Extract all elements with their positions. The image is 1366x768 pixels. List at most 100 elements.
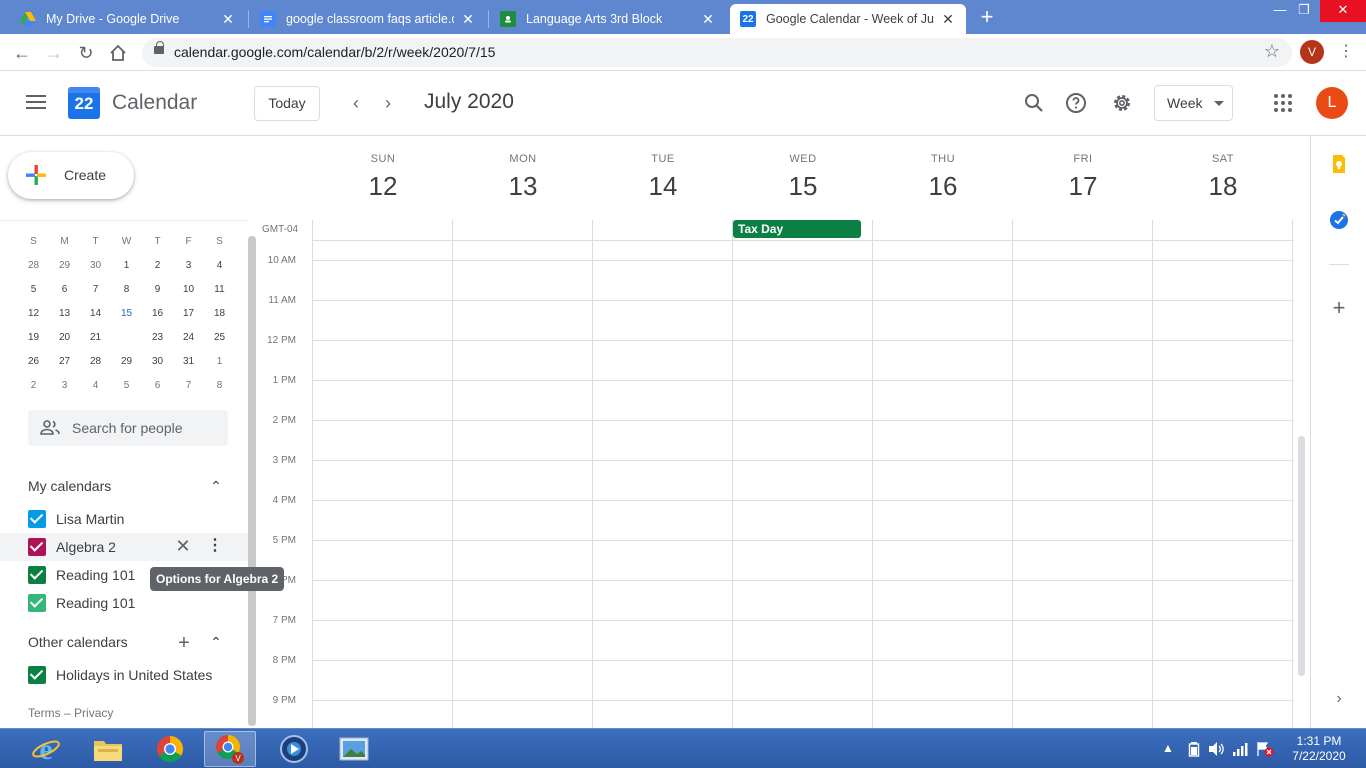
tab-google-classroom[interactable]: Language Arts 3rd Block ✕ [490,4,726,34]
volume-icon[interactable] [1208,741,1226,757]
settings-gear-icon[interactable] [1110,91,1134,115]
tab-google-drive[interactable]: My Drive - Google Drive ✕ [10,4,246,34]
day-number[interactable]: 17 [1013,171,1153,202]
today-button[interactable]: Today [254,86,320,121]
privacy-link[interactable]: Privacy [74,706,113,720]
app-name[interactable]: Calendar [112,91,197,115]
day-number[interactable]: 18 [1153,171,1293,202]
day-header[interactable]: SUN 12 [313,136,453,220]
battery-icon[interactable] [1188,741,1200,757]
mini-calendar-day[interactable]: 12 [18,302,49,326]
mini-calendar-day[interactable]: 11 [204,278,235,302]
show-hidden-icons-icon[interactable]: ▲ [1162,741,1174,757]
tab-close-icon[interactable]: ✕ [220,11,236,28]
day-header[interactable]: FRI 17 [1013,136,1153,220]
new-tab-icon[interactable]: + [976,6,998,28]
system-clock[interactable]: 1:31 PM 7/22/2020 [1284,734,1354,764]
mini-calendar-day[interactable]: 26 [18,350,49,374]
google-keep-icon[interactable] [1329,154,1349,174]
mini-calendar-day[interactable]: 8 [111,278,142,302]
mini-calendar-day[interactable]: 28 [18,254,49,278]
calendar-item-algebra-2[interactable]: Algebra 2 ✕ ⋮ [0,533,248,561]
mini-calendar-day[interactable]: 7 [173,374,204,398]
calendar-checkbox[interactable] [28,510,46,528]
tab-close-icon[interactable]: ✕ [460,11,476,28]
mini-calendar-day[interactable]: 19 [18,326,49,350]
mini-calendar-day[interactable]: 8 [204,374,235,398]
view-switcher-button[interactable]: Week [1154,85,1233,121]
google-apps-icon[interactable] [1274,94,1292,112]
calendar-item-lisa-martin[interactable]: Lisa Martin [0,505,248,533]
mini-calendar-day[interactable]: 7 [80,278,111,302]
mini-calendar-day[interactable]: 22 [111,326,142,350]
mini-calendar-day[interactable]: 28 [80,350,111,374]
main-menu-icon[interactable] [26,95,46,109]
calendar-checkbox[interactable] [28,538,46,556]
collapse-chevron-up-icon[interactable]: ⌃ [208,478,224,494]
collapse-chevron-up-icon[interactable]: ⌃ [208,634,224,650]
add-calendar-plus-icon[interactable]: + [176,632,192,654]
mini-calendar-day[interactable]: 17 [173,302,204,326]
calendar-checkbox[interactable] [28,566,46,584]
mini-calendar-day[interactable]: 25 [204,326,235,350]
mini-calendar-day[interactable]: 13 [49,302,80,326]
network-signal-icon[interactable] [1232,741,1250,757]
tab-google-calendar[interactable]: 22 Google Calendar - Week of July 12 ✕ [730,4,966,34]
file-explorer-icon[interactable] [82,731,134,767]
calendar-options-icon[interactable]: ⋮ [206,537,224,555]
expand-chevron-right-icon[interactable]: › [1329,690,1349,710]
browser-menu-icon[interactable]: ⋮ [1338,42,1354,62]
next-week-icon[interactable]: › [376,91,400,115]
previous-week-icon[interactable]: ‹ [344,91,368,115]
tab-close-icon[interactable]: ✕ [940,11,956,28]
tab-close-icon[interactable]: ✕ [700,11,716,28]
reload-icon[interactable]: ↻ [74,41,98,65]
mini-calendar-day[interactable]: 6 [49,278,80,302]
mini-calendar-day[interactable]: 27 [49,350,80,374]
mini-calendar-day[interactable]: 4 [204,254,235,278]
tab-google-docs[interactable]: google classroom faqs article.docx ✕ [250,4,486,34]
day-number[interactable]: 13 [453,171,593,202]
terms-link[interactable]: Terms [28,706,61,720]
mini-calendar-day[interactable]: 5 [111,374,142,398]
day-number[interactable]: 15 [733,171,873,202]
mini-calendar-day[interactable]: 30 [80,254,111,278]
search-people-input[interactable]: Search for people [28,410,228,446]
remove-calendar-close-icon[interactable]: ✕ [174,537,192,555]
day-number[interactable]: 12 [313,171,453,202]
media-player-icon[interactable] [268,731,320,767]
forward-arrow-icon[interactable]: → [42,41,66,65]
mini-calendar-day[interactable]: 2 [142,254,173,278]
mini-calendar-day[interactable]: 31 [173,350,204,374]
account-avatar[interactable]: L [1316,87,1348,119]
search-icon[interactable] [1022,91,1046,115]
home-icon[interactable] [106,41,130,65]
calendar-logo[interactable]: 22 [68,87,100,119]
mini-calendar-day[interactable]: 6 [142,374,173,398]
day-header[interactable]: MON 13 [453,136,593,220]
day-number[interactable]: 16 [873,171,1013,202]
add-addon-plus-icon[interactable]: + [1329,297,1349,319]
my-calendars-title[interactable]: My calendars [28,478,111,494]
day-header[interactable]: TUE 14 [593,136,733,220]
other-calendars-title[interactable]: Other calendars [28,634,128,650]
day-header[interactable]: SAT 18 [1153,136,1293,220]
internet-explorer-icon[interactable]: e [20,731,72,767]
mini-calendar-day[interactable]: 24 [173,326,204,350]
photo-viewer-icon[interactable] [328,731,380,767]
mini-calendar-day[interactable]: 23 [142,326,173,350]
back-arrow-icon[interactable]: ← [10,41,34,65]
mini-calendar-day[interactable]: 14 [80,302,111,326]
create-button[interactable]: Create [8,152,134,199]
mini-calendar-day[interactable]: 3 [49,374,80,398]
omnibox[interactable]: calendar.google.com/calendar/b/2/r/week/… [142,38,1292,67]
window-close-icon[interactable]: ✕ [1320,0,1366,22]
sidebar-scrollbar[interactable] [248,236,256,726]
mini-calendar-day[interactable]: 29 [111,350,142,374]
action-center-flag-icon[interactable] [1256,741,1274,757]
mini-calendar-day[interactable]: 21 [80,326,111,350]
mini-calendar-day[interactable]: 1 [204,350,235,374]
mini-calendar-day[interactable]: 1 [111,254,142,278]
day-header[interactable]: WED 15 [733,136,873,220]
browser-profile-avatar[interactable]: V [1300,40,1324,64]
